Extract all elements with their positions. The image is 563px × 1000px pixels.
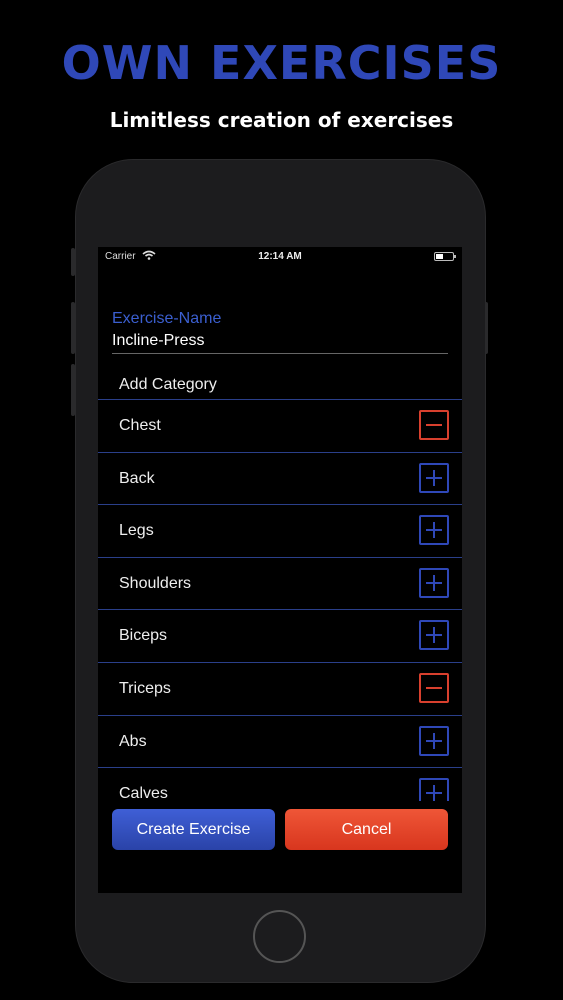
- battery-icon: [434, 252, 456, 261]
- create-exercise-button[interactable]: Create Exercise: [112, 809, 275, 850]
- category-label: Calves: [119, 785, 168, 801]
- headline: OWN EXERCISES: [61, 36, 502, 90]
- home-button[interactable]: [253, 910, 306, 963]
- category-label: Chest: [119, 417, 161, 434]
- plus-icon[interactable]: [419, 462, 449, 493]
- category-label: Abs: [119, 732, 147, 750]
- app-screen: Carrier 12:14 AM Exercise-Name Incline-P…: [98, 247, 462, 893]
- category-label: Shoulders: [119, 574, 192, 592]
- minus-icon[interactable]: [419, 672, 449, 703]
- category-label: Triceps: [119, 679, 171, 697]
- plus-icon[interactable]: [419, 515, 449, 546]
- plus-icon[interactable]: [419, 567, 449, 598]
- plus-icon[interactable]: [419, 725, 449, 756]
- exercise-name-label: Exercise-Name: [112, 310, 222, 327]
- add-category-label: Add Category: [119, 376, 217, 393]
- plus-icon[interactable]: [419, 620, 449, 651]
- clock: 12:14 AM: [258, 251, 302, 262]
- subline: Limitless creation of exercises: [109, 108, 454, 132]
- exercise-name-input[interactable]: Incline-Press: [112, 332, 448, 354]
- category-row-triceps[interactable]: Triceps: [98, 661, 462, 715]
- cancel-button[interactable]: Cancel: [285, 809, 448, 850]
- minus-icon[interactable]: [419, 410, 449, 440]
- category-row-back[interactable]: Back: [98, 451, 462, 505]
- category-label: Legs: [119, 522, 154, 540]
- category-row-chest[interactable]: Chest: [98, 399, 462, 452]
- category-label: Back: [119, 469, 155, 487]
- category-label: Biceps: [119, 627, 168, 645]
- category-list: Chest Back Legs Shoulders Biceps Triceps…: [98, 399, 462, 801]
- status-bar: Carrier 12:14 AM: [98, 247, 462, 267]
- plus-icon[interactable]: [419, 778, 449, 801]
- category-row-legs[interactable]: Legs: [98, 504, 462, 557]
- category-row-abs[interactable]: Abs: [98, 714, 462, 768]
- category-row-shoulders[interactable]: Shoulders: [98, 556, 462, 610]
- category-row-calves[interactable]: Calves: [98, 767, 462, 801]
- category-row-biceps[interactable]: Biceps: [98, 609, 462, 662]
